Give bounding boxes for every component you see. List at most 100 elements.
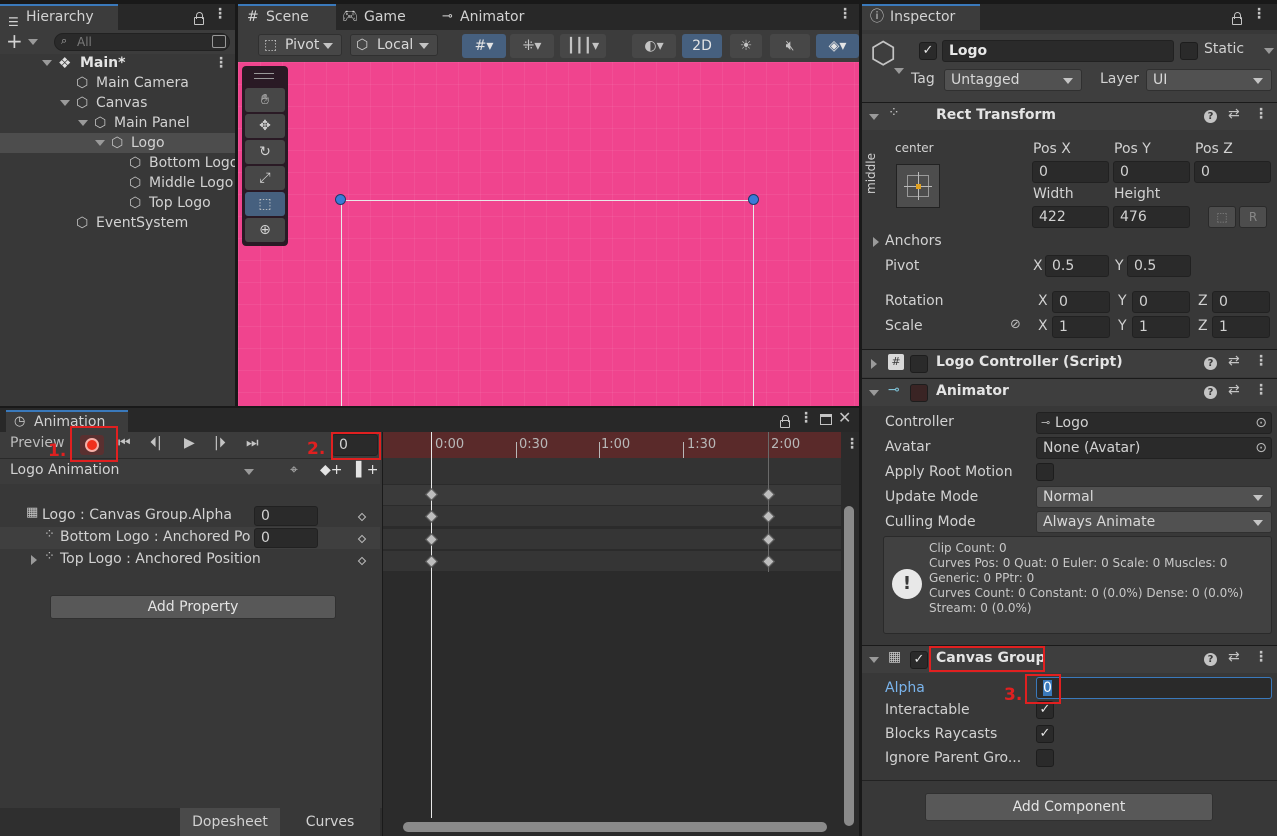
help-icon[interactable]: ? — [1204, 653, 1217, 666]
lock-icon[interactable] — [1232, 12, 1242, 25]
object-picker-icon[interactable]: ⊙ — [1255, 438, 1267, 458]
expand-arrow-icon[interactable] — [871, 359, 877, 369]
rot-y-field[interactable]: 0 — [1132, 291, 1190, 313]
palette-drag-handle[interactable] — [254, 73, 274, 79]
add-property-button[interactable]: Add Property — [50, 595, 336, 619]
mode-2d-toggle[interactable]: 2D — [682, 34, 722, 58]
rect-gizmo[interactable] — [341, 200, 754, 406]
vertical-scrollbar[interactable] — [844, 506, 854, 826]
horizontal-scrollbar[interactable] — [403, 822, 827, 832]
scale-tool-button[interactable]: ⤢ — [245, 166, 285, 190]
timeline-kebab-icon[interactable]: ⋮ — [845, 436, 859, 452]
icon-dropdown-arrow[interactable] — [894, 68, 904, 74]
maximize-icon[interactable] — [820, 414, 832, 425]
keyframe-diamond-icon[interactable] — [357, 534, 367, 544]
anchors-expand-icon[interactable] — [873, 237, 879, 247]
add-event-icon[interactable]: ▌+ — [356, 462, 379, 478]
controller-field[interactable]: ⊸ Logo ⊙ — [1036, 412, 1272, 434]
kebab-menu-icon[interactable]: ⋮ — [1252, 6, 1266, 22]
pivot-dropdown[interactable]: ⬚ Pivot — [258, 34, 342, 56]
rot-z-field[interactable]: 0 — [1212, 291, 1270, 313]
alpha-field[interactable]: 0 — [1036, 677, 1272, 699]
keyframe-diamond-icon[interactable] — [357, 512, 367, 522]
pos-z-field[interactable]: 0 — [1194, 161, 1271, 183]
avatar-field[interactable]: None (Avatar) ⊙ — [1036, 437, 1272, 459]
canvas-group-enabled-checkbox[interactable]: ✓ — [910, 651, 928, 669]
hierarchy-item-main[interactable]: ❖ Main* ⋮ — [0, 53, 235, 73]
add-component-button[interactable]: Add Component — [925, 793, 1213, 821]
grid-snap-toggle[interactable]: #▾ — [462, 34, 506, 58]
hierarchy-item-canvas[interactable]: ⬡ Canvas — [0, 93, 235, 113]
hand-tool-button[interactable]: ✋︎ — [245, 88, 285, 112]
static-dropdown-arrow[interactable] — [1264, 48, 1274, 54]
object-name-field[interactable]: Logo — [942, 40, 1174, 62]
lighting-toggle[interactable]: ☀ — [730, 34, 762, 58]
effects-toggle[interactable]: ◈▾ — [816, 34, 859, 58]
audio-toggle[interactable]: 🔇︎ — [770, 34, 810, 58]
rect-tool-button[interactable]: ⬚ — [245, 192, 285, 216]
object-picker-icon[interactable]: ⊙ — [1255, 413, 1267, 433]
expand-arrow-icon[interactable] — [42, 60, 52, 66]
first-key-button[interactable]: ⏮ — [118, 435, 131, 451]
canvas-group-header[interactable]: ▦ ✓ Canvas Group ? ⇄ ⋮ — [862, 645, 1277, 673]
update-mode-dropdown[interactable]: Normal — [1036, 486, 1272, 508]
property-value-field[interactable]: 0 — [254, 506, 318, 526]
tab-curves[interactable]: Curves — [280, 808, 380, 836]
tab-game[interactable]: 🎮︎ Game — [336, 4, 416, 30]
help-icon[interactable]: ? — [1204, 110, 1217, 123]
tab-hierarchy[interactable]: ☰ Hierarchy — [0, 4, 118, 30]
tab-animator[interactable]: ⊸ Animator — [434, 4, 534, 30]
collapse-arrow-icon[interactable] — [869, 390, 879, 396]
scene-kebab-icon[interactable]: ⋮ — [214, 53, 228, 73]
hierarchy-item-bottom-logo[interactable]: ⬡ Bottom Logo — [0, 153, 235, 173]
increment-snap-toggle[interactable]: ⁜▾ — [510, 34, 554, 58]
clip-dropdown[interactable]: Logo Animation — [4, 461, 260, 483]
ignore-parent-checkbox[interactable] — [1036, 749, 1054, 767]
timeline-ruler[interactable]: 0:00 0:30 1:00 1:30 2:00 — [383, 432, 841, 458]
blocks-raycasts-checkbox[interactable]: ✓ — [1036, 725, 1054, 743]
local-dropdown[interactable]: ⬡ Local — [350, 34, 438, 56]
height-field[interactable]: 476 — [1113, 206, 1190, 228]
rect-transform-header[interactable]: ⁘ Rect Transform ? ⇄ ⋮ — [862, 102, 1277, 130]
add-keyframe-icon[interactable]: ◆+ — [320, 462, 343, 478]
logo-controller-header[interactable]: # Logo Controller (Script) ? ⇄ ⋮ — [862, 349, 1277, 377]
kebab-menu-icon[interactable]: ⋮ — [213, 6, 227, 22]
preset-icon[interactable]: ⇄ — [1228, 353, 1240, 369]
static-checkbox[interactable] — [1180, 42, 1198, 60]
anchors-label[interactable]: Anchors — [885, 233, 942, 249]
hierarchy-item-main-camera[interactable]: ⬡ Main Camera — [0, 73, 235, 93]
tab-dopesheet[interactable]: Dopesheet — [180, 808, 280, 836]
transform-tool-button[interactable]: ⊕ — [245, 218, 285, 242]
close-icon[interactable]: ✕ — [838, 408, 851, 427]
collapse-arrow-icon[interactable] — [869, 657, 879, 663]
blueprint-mode-button[interactable]: ⬚ — [1208, 206, 1236, 228]
lock-icon[interactable] — [194, 12, 204, 25]
tag-dropdown[interactable]: Untagged — [944, 69, 1082, 91]
play-button[interactable]: ▶ — [184, 435, 195, 451]
pivot-x-field[interactable]: 0.5 — [1045, 255, 1109, 277]
tab-inspector[interactable]: ⓘ Inspector — [862, 4, 980, 30]
preset-icon[interactable]: ⇄ — [1228, 649, 1240, 665]
kebab-menu-icon[interactable]: ⋮ — [799, 410, 813, 426]
lock-icon[interactable] — [780, 415, 790, 428]
keyframe-filter-icon[interactable]: ⌖ — [290, 462, 298, 478]
property-row-top-logo[interactable]: ⁘ Top Logo : Anchored Position — [0, 549, 380, 571]
kebab-menu-icon[interactable]: ⋮ — [838, 6, 852, 22]
layer-dropdown[interactable]: UI — [1146, 69, 1272, 91]
pos-y-field[interactable]: 0 — [1113, 161, 1190, 183]
culling-mode-dropdown[interactable]: Always Animate — [1036, 511, 1272, 533]
hierarchy-search-input[interactable]: ⌕ All — [54, 33, 230, 51]
expand-arrow-icon[interactable] — [95, 140, 105, 146]
add-icon[interactable]: + — [6, 29, 23, 53]
component-kebab-icon[interactable]: ⋮ — [1254, 353, 1268, 369]
expand-arrow-icon[interactable] — [60, 100, 70, 106]
hierarchy-item-top-logo[interactable]: ⬡ Top Logo — [0, 193, 235, 213]
hierarchy-item-eventsystem[interactable]: ⬡ EventSystem — [0, 213, 235, 233]
keyframe-diamond-icon[interactable] — [357, 556, 367, 566]
pivot-y-field[interactable]: 0.5 — [1127, 255, 1191, 277]
constrain-scale-icon[interactable]: ⊘ — [1010, 317, 1021, 332]
property-value-field[interactable]: 0 — [254, 528, 318, 548]
scale-x-field[interactable]: 1 — [1052, 316, 1110, 338]
width-field[interactable]: 422 — [1032, 206, 1109, 228]
hierarchy-item-middle-logo[interactable]: ⬡ Middle Logo — [0, 173, 235, 193]
